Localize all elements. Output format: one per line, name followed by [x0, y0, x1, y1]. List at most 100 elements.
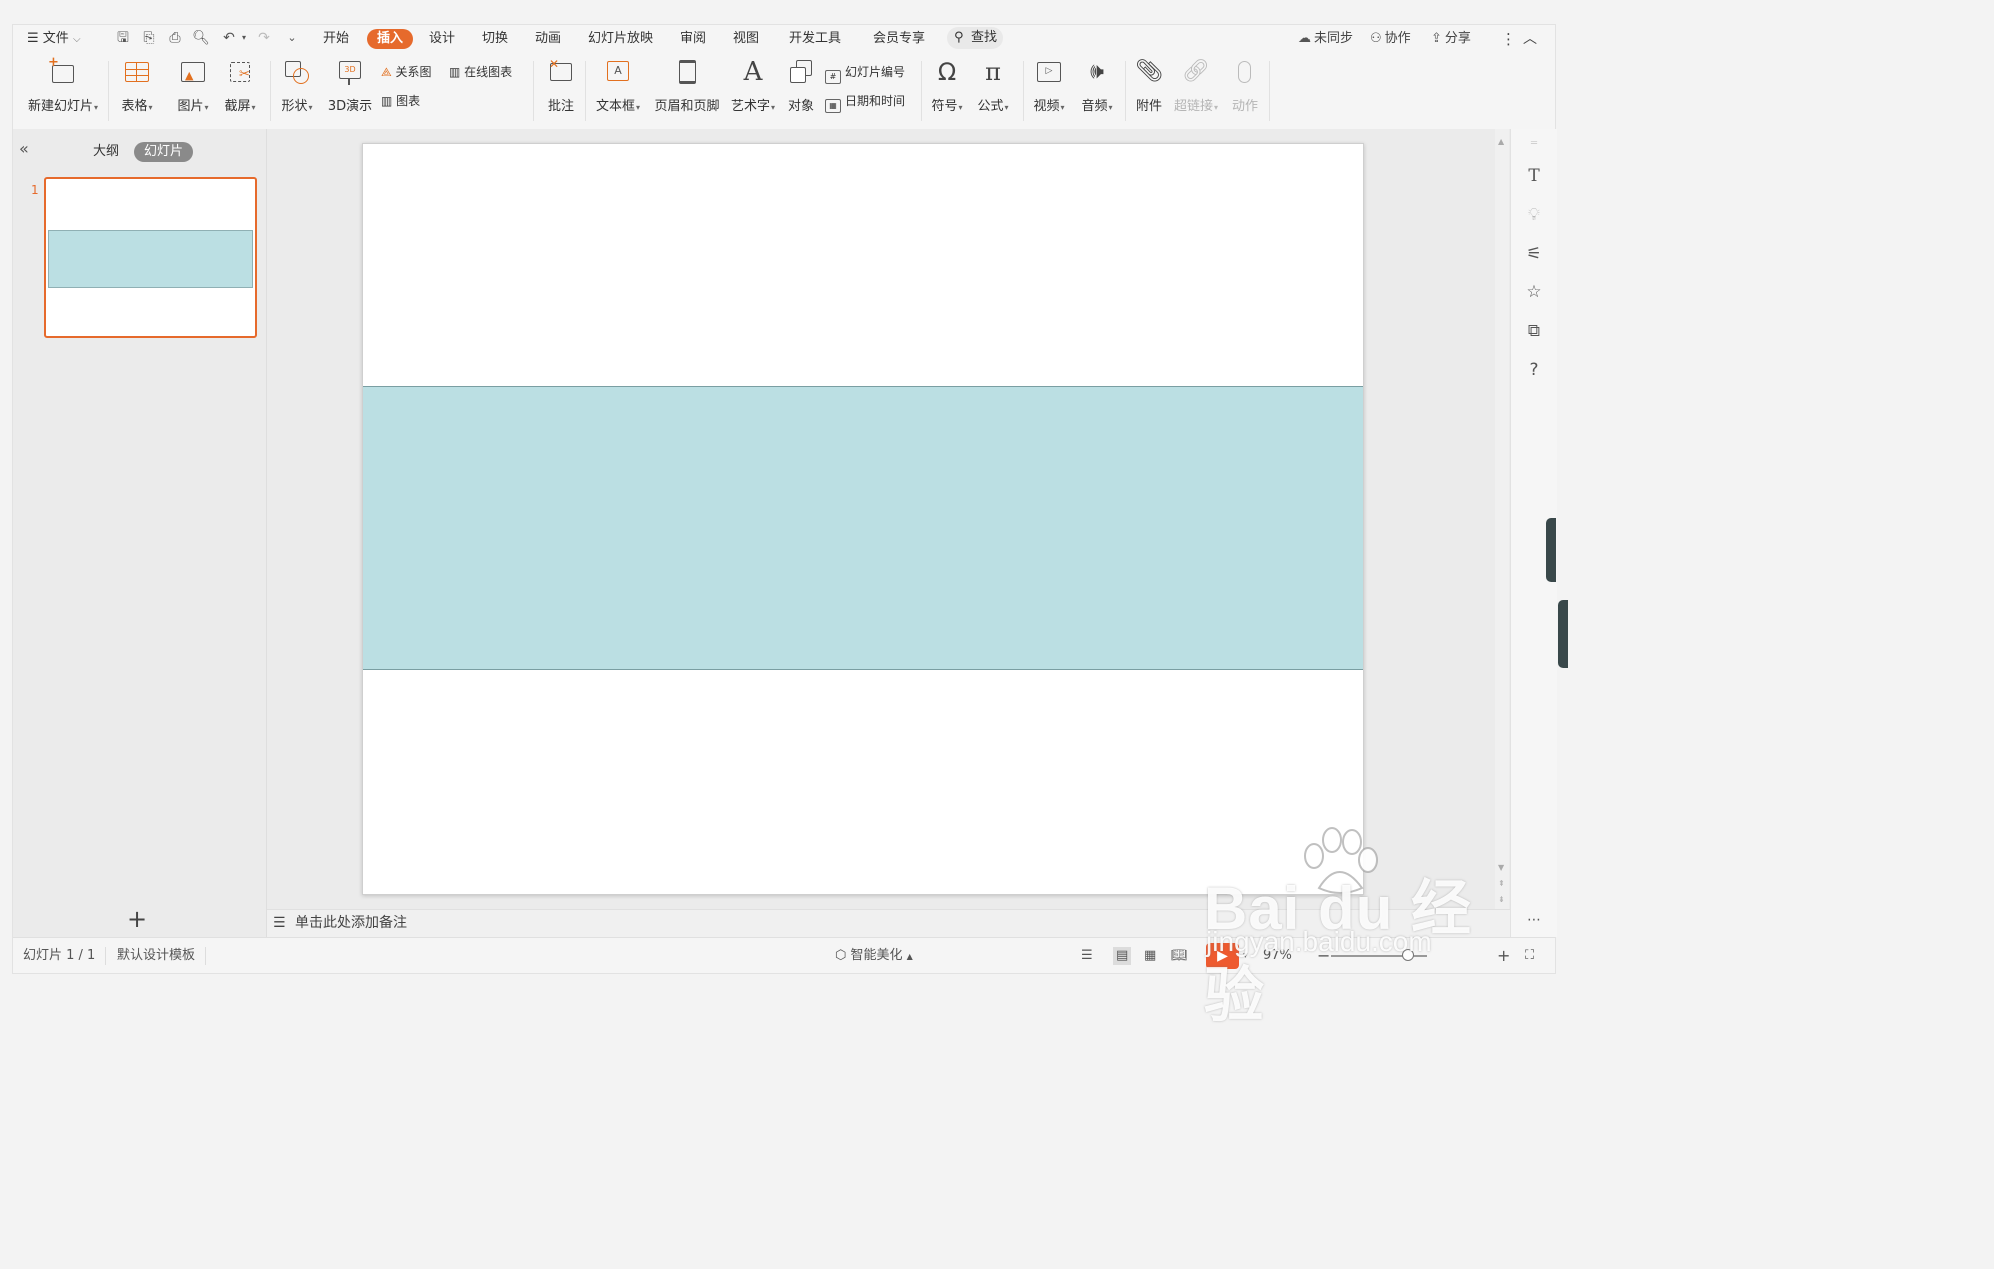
- side-tool-handle[interactable]: [1558, 600, 1568, 668]
- new-slide-label: 新建幻灯片: [27, 99, 93, 114]
- undo-dropdown-icon[interactable]: ▾: [235, 29, 253, 47]
- tab-member[interactable]: 会员专享: [873, 29, 925, 49]
- tab-home[interactable]: 开始: [323, 29, 349, 49]
- action-button[interactable]: 动作: [1227, 57, 1263, 114]
- online-chart-button[interactable]: ▥ 在线图表: [449, 63, 512, 81]
- picture-button[interactable]: ▲ 图片▾: [173, 57, 213, 114]
- zoom-in-icon[interactable]: +: [1497, 947, 1510, 965]
- reading-view-icon[interactable]: 📖︎: [1171, 947, 1188, 965]
- chart-label: 图表: [396, 94, 421, 108]
- symbol-button[interactable]: Ω 符号▾: [927, 57, 967, 114]
- sync-status[interactable]: ☁ 未同步: [1298, 30, 1353, 48]
- lightbulb-icon[interactable]: 💡︎: [1523, 204, 1545, 226]
- play-slideshow-button[interactable]: ▶: [1206, 943, 1239, 969]
- play-dropdown-icon[interactable]: ▾: [1243, 947, 1248, 965]
- tab-transitions[interactable]: 切换: [482, 29, 508, 49]
- file-menu[interactable]: ☰ 文件 ⌵: [27, 30, 81, 48]
- tab-review[interactable]: 审阅: [680, 29, 706, 49]
- tab-developer[interactable]: 开发工具: [789, 29, 841, 49]
- link-icon: 🔗︎: [1182, 59, 1210, 84]
- fit-window-icon[interactable]: ⛶: [1525, 947, 1534, 965]
- video-label: 视频: [1033, 99, 1060, 114]
- shape-button[interactable]: 形状▾: [277, 57, 317, 114]
- hyperlink-button[interactable]: 🔗︎ 超链接▾: [1171, 57, 1221, 114]
- tab-animations[interactable]: 动画: [535, 29, 561, 49]
- slide-number-button[interactable]: # 幻灯片编号: [825, 63, 906, 84]
- action-label: 动作: [1231, 99, 1258, 114]
- wordart-label: 艺术字: [730, 99, 770, 114]
- slide-canvas[interactable]: [362, 143, 1364, 895]
- tab-design[interactable]: 设计: [429, 29, 455, 49]
- textbox-button[interactable]: A 文本框▾: [593, 57, 643, 114]
- formula-button[interactable]: π 公式▾: [973, 57, 1013, 114]
- tab-slideshow[interactable]: 幻灯片放映: [588, 29, 653, 49]
- save-icon[interactable]: 🖫: [114, 29, 132, 47]
- ribbon-divider: [1269, 61, 1270, 121]
- new-slide-button[interactable]: + 新建幻灯片▾: [25, 55, 101, 114]
- screenshot-icon: ✂: [225, 57, 255, 87]
- slide-switch-icon[interactable]: ⧉: [1523, 320, 1545, 342]
- shape-icon: [282, 57, 312, 87]
- scroll-down-icon[interactable]: ▼: [1498, 863, 1504, 872]
- more-options-icon[interactable]: ⋮: [1501, 30, 1516, 48]
- template-name[interactable]: 默认设计模板: [117, 947, 195, 965]
- tab-outline[interactable]: 大纲: [93, 142, 119, 162]
- add-slide-icon[interactable]: +: [127, 907, 147, 931]
- collapse-ribbon-icon[interactable]: ︿: [1523, 30, 1537, 48]
- zoom-level[interactable]: 97%: [1263, 947, 1292, 965]
- rectangle-shape[interactable]: [363, 386, 1363, 670]
- datetime-button[interactable]: ▦ 日期和时间: [825, 92, 905, 113]
- vertical-scrollbar[interactable]: ▲ ▼ ⇞ ⇟: [1495, 129, 1509, 909]
- video-button[interactable]: ▷ 视频▾: [1029, 57, 1069, 114]
- collapse-panel-icon[interactable]: «: [19, 139, 29, 158]
- 3d-presentation-button[interactable]: 3D 3D演示: [325, 57, 375, 114]
- smart-beautify-label: 智能美化: [850, 948, 903, 963]
- notes-icon: ☰: [273, 915, 286, 931]
- collaborate-button[interactable]: ⚇ 协作: [1370, 30, 1411, 48]
- help-icon[interactable]: ?: [1523, 359, 1545, 381]
- prev-slide-icon[interactable]: ⇞: [1498, 879, 1505, 888]
- print-preview-icon[interactable]: 🔍︎: [192, 29, 210, 47]
- audio-button[interactable]: 🕪︎ 音频▾: [1077, 57, 1117, 114]
- star-icon[interactable]: ☆: [1523, 281, 1545, 303]
- table-button[interactable]: 表格▾: [117, 57, 157, 114]
- format-painter-icon[interactable]: ⎘: [140, 29, 158, 47]
- tab-slides[interactable]: 幻灯片: [134, 142, 194, 162]
- chart-button[interactable]: ▥ 图表: [381, 92, 420, 110]
- settings-sliders-icon[interactable]: ⚟: [1523, 243, 1545, 265]
- normal-view-icon[interactable]: ▤: [1113, 947, 1132, 965]
- tab-view[interactable]: 视图: [733, 29, 759, 49]
- ribbon-divider: [585, 61, 586, 121]
- caret-up-icon: ▲: [906, 952, 913, 961]
- print-icon[interactable]: ⎙: [166, 29, 184, 47]
- slide-sorter-icon[interactable]: ▦: [1144, 947, 1156, 965]
- speaker-icon: 🕪︎: [1090, 59, 1104, 84]
- zoom-out-icon[interactable]: −: [1317, 947, 1330, 965]
- scroll-up-icon[interactable]: ▲: [1498, 137, 1504, 146]
- comment-button[interactable]: ✕ 批注: [543, 57, 579, 114]
- slide-number-label: 幻灯片编号: [845, 65, 906, 79]
- share-icon: ⇪: [1431, 31, 1442, 46]
- object-button[interactable]: 对象: [785, 57, 817, 114]
- text-format-icon[interactable]: T: [1523, 165, 1545, 187]
- search-icon: ⚲: [954, 30, 964, 45]
- customize-toolbar-icon[interactable]: ⌄: [283, 29, 301, 47]
- redo-icon[interactable]: ↷: [255, 29, 273, 47]
- notes-toggle-icon[interactable]: ☰: [1081, 947, 1093, 965]
- search-box[interactable]: ⚲ 查找: [947, 27, 1003, 49]
- slide-thumbnail[interactable]: [44, 177, 257, 338]
- zoom-slider-knob[interactable]: [1402, 949, 1414, 961]
- header-footer-button[interactable]: 页眉和页脚: [653, 57, 721, 114]
- screenshot-button[interactable]: ✂ 截屏▾: [220, 57, 260, 114]
- wordart-button[interactable]: A 艺术字▾: [729, 57, 777, 114]
- next-slide-icon[interactable]: ⇟: [1498, 895, 1505, 904]
- smart-beautify-button[interactable]: ⬡ 智能美化 ▲: [835, 947, 913, 965]
- symbol-label: 符号: [931, 99, 958, 114]
- smartart-button[interactable]: ⟁ 关系图: [381, 63, 432, 81]
- more-icon[interactable]: ⋯: [1523, 909, 1545, 931]
- attachment-button[interactable]: 📎︎ 附件: [1131, 57, 1167, 114]
- share-button[interactable]: ⇪ 分享: [1431, 30, 1471, 48]
- side-tool-handle[interactable]: [1546, 518, 1556, 582]
- tab-insert[interactable]: 插入: [367, 29, 414, 49]
- notes-pane[interactable]: ☰ 单击此处添加备注: [267, 909, 1510, 937]
